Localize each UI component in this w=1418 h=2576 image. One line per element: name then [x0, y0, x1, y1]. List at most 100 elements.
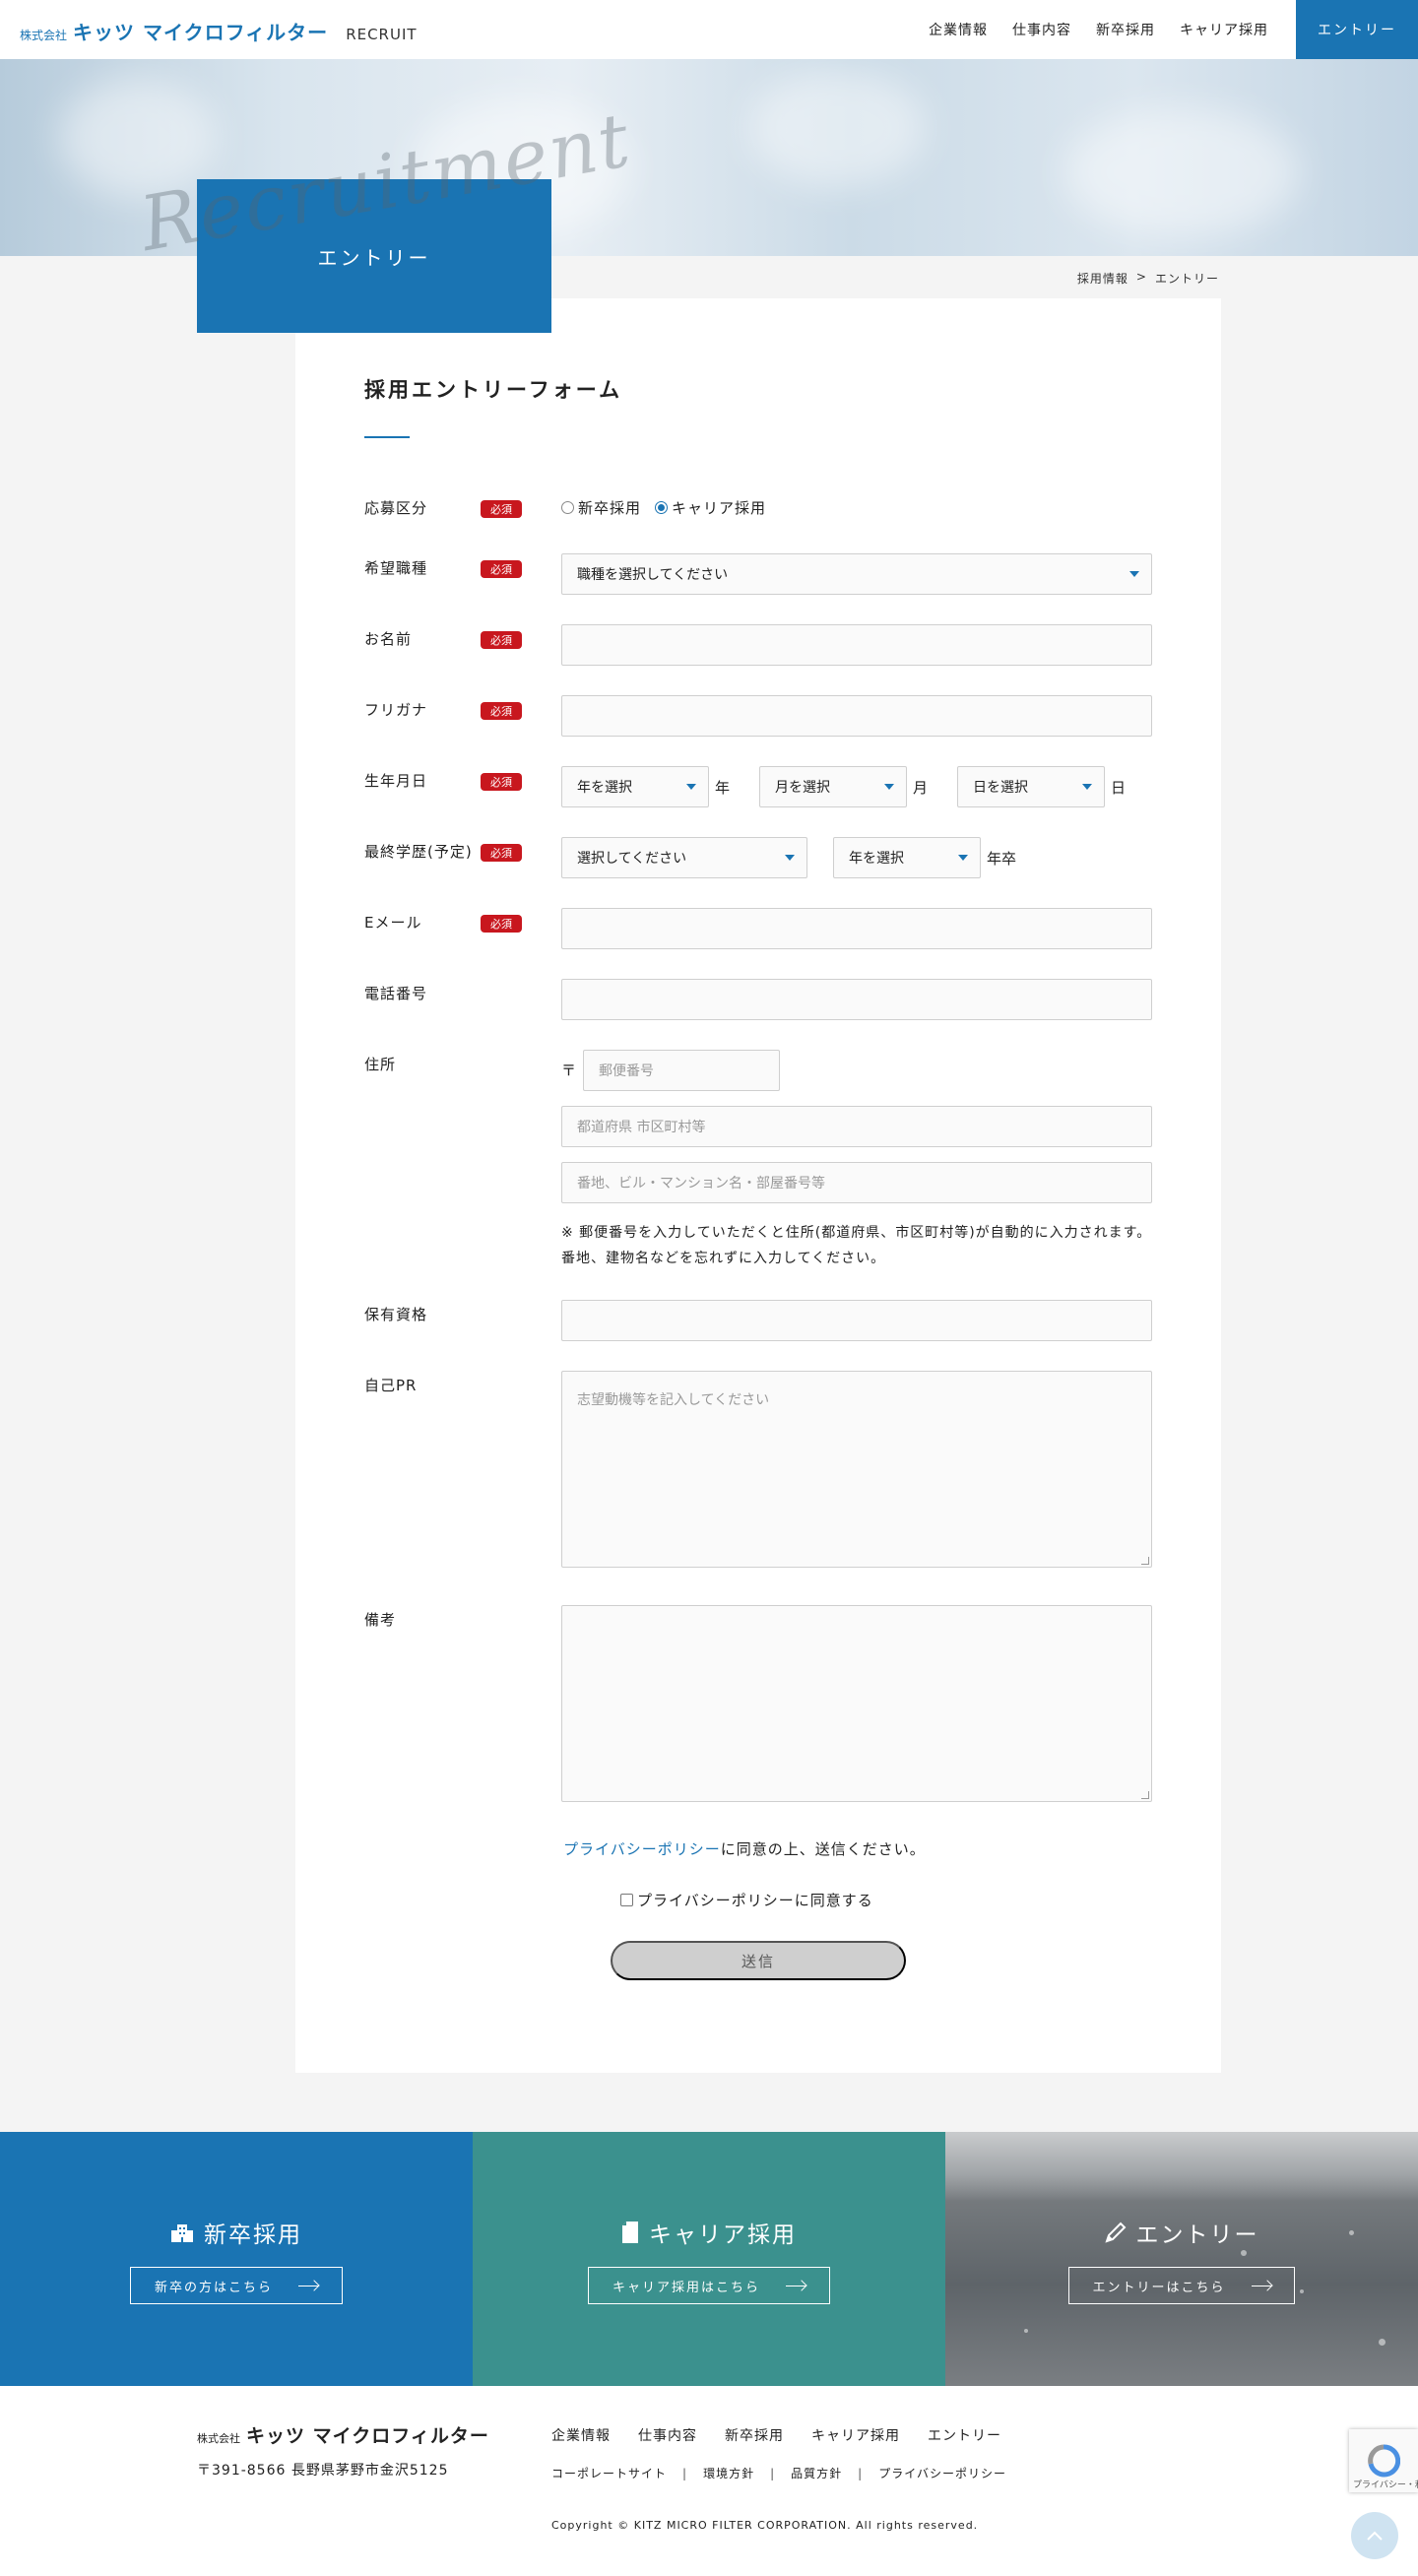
- address-note: ※ 郵便番号を入力していただくと住所(都道府県、市区町村等)が自動的に入力されま…: [561, 1225, 1152, 1266]
- recaptcha-icon: [1368, 2444, 1400, 2478]
- hero-blur: [1064, 108, 1300, 236]
- separator: |: [770, 2466, 776, 2480]
- submit-button[interactable]: 送信: [611, 1941, 906, 1980]
- footer-nav-work[interactable]: 仕事内容: [638, 2425, 697, 2445]
- name-input[interactable]: [561, 624, 1152, 666]
- radio-new-grad[interactable]: 新卒採用: [561, 497, 641, 518]
- nav-item-career[interactable]: キャリア採用: [1180, 20, 1268, 39]
- job-select[interactable]: 職種を選択してください: [561, 553, 1152, 595]
- year-unit: 年: [715, 779, 731, 797]
- nav-item-company[interactable]: 企業情報: [929, 20, 988, 39]
- graduation-year-select[interactable]: 年を選択: [833, 837, 981, 878]
- checkbox-box[interactable]: [620, 1894, 633, 1906]
- category-radio-group: 新卒採用 キャリア採用: [561, 497, 766, 518]
- street-input[interactable]: 番地、ビル・マンション名・部屋番号等: [561, 1162, 1152, 1203]
- footer-nav-entry[interactable]: エントリー: [928, 2425, 1001, 2445]
- footer-privacy-link[interactable]: プライバシーポリシー: [878, 2465, 1006, 2481]
- footer-nav-career[interactable]: キャリア採用: [811, 2425, 900, 2445]
- email-label: Eメール: [364, 914, 422, 932]
- banner-career-text: キャリア採用: [649, 2222, 797, 2248]
- radio-circle-selected[interactable]: [655, 501, 669, 514]
- separator: |: [682, 2466, 688, 2480]
- radio-career[interactable]: キャリア採用: [655, 497, 766, 518]
- breadcrumb-item-current: エントリー: [1154, 272, 1219, 286]
- pr-label: 自己PR: [364, 1377, 418, 1394]
- postal-code-input[interactable]: 郵便番号: [583, 1050, 780, 1091]
- footer-corporate-link[interactable]: コーポレートサイト: [551, 2465, 667, 2481]
- water-bubble: [1300, 2289, 1304, 2293]
- qualification-label: 保有資格: [364, 1306, 428, 1323]
- name-label: お名前: [364, 630, 413, 648]
- furigana-label: フリガナ: [364, 701, 428, 719]
- site-footer: 株式会社 キッツ マイクロフィルター 〒391-8566 長野県茅野市金沢512…: [0, 2386, 1418, 2576]
- water-bubble: [1379, 2339, 1386, 2346]
- required-badge: 必須: [481, 560, 522, 578]
- nav-item-work[interactable]: 仕事内容: [1012, 20, 1071, 39]
- header-entry-button[interactable]: エントリー: [1296, 0, 1418, 59]
- footer-logo-corp: 株式会社: [197, 2432, 240, 2445]
- document-icon: [622, 2222, 638, 2243]
- recruit-banners: 新卒採用 新卒の方はこちら キャリア採用 キャリア採用はこちら エントリー エン…: [0, 2132, 1418, 2386]
- breadcrumb-item-recruit[interactable]: 採用情報: [1077, 270, 1128, 287]
- birth-month-value: 月を選択: [775, 780, 830, 796]
- education-select-value: 選択してください: [577, 851, 687, 867]
- city-input[interactable]: 都道府県 市区町村等: [561, 1106, 1152, 1147]
- banner-entry[interactable]: エントリー エントリーはこちら: [945, 2132, 1418, 2386]
- career-link-button[interactable]: キャリア採用はこちら: [588, 2267, 830, 2304]
- site-logo[interactable]: 株式会社 キッツ マイクロフィルター RECRUIT: [20, 17, 418, 45]
- footer-logo[interactable]: 株式会社 キッツ マイクロフィルター: [197, 2421, 489, 2448]
- job-select-value: 職種を選択してください: [577, 567, 729, 583]
- title-underline: [364, 436, 410, 438]
- arrow-right-icon: [786, 2282, 806, 2289]
- recaptcha-text: プライバシー・利用規約: [1353, 2480, 1418, 2490]
- birth-day-value: 日を選択: [973, 780, 1028, 796]
- banner-new-grad-text: 新卒採用: [204, 2222, 302, 2248]
- banner-new-grad-title: 新卒採用: [0, 2216, 473, 2249]
- entry-link-label: エントリーはこちら: [1092, 2280, 1226, 2295]
- nav-item-new-grad[interactable]: 新卒採用: [1096, 20, 1155, 39]
- new-grad-link-label: 新卒の方はこちら: [154, 2280, 273, 2295]
- furigana-input[interactable]: [561, 695, 1152, 737]
- required-badge: 必須: [481, 844, 522, 862]
- arrow-right-icon: [1251, 2282, 1271, 2289]
- month-unit: 月: [913, 779, 929, 797]
- qualification-input[interactable]: [561, 1300, 1152, 1341]
- birth-year-select[interactable]: 年を選択: [561, 766, 709, 807]
- site-header: 株式会社 キッツ マイクロフィルター RECRUIT 企業情報 仕事内容 新卒採…: [0, 0, 1418, 59]
- privacy-agree-checkbox[interactable]: プライバシーポリシーに同意する: [620, 1890, 873, 1910]
- postal-mark: 〒: [561, 1062, 577, 1079]
- global-nav: 企業情報 仕事内容 新卒採用 キャリア採用: [929, 0, 1268, 59]
- page-top-button[interactable]: [1351, 2512, 1398, 2559]
- required-badge: 必須: [481, 773, 522, 791]
- required-badge: 必須: [481, 631, 522, 649]
- footer-environment-link[interactable]: 環境方針: [703, 2465, 754, 2481]
- copyright: Copyright © KITZ MICRO FILTER CORPORATIO…: [551, 2519, 979, 2532]
- recaptcha-badge[interactable]: プライバシー・利用規約: [1349, 2429, 1418, 2492]
- radio-circle[interactable]: [561, 501, 574, 514]
- new-grad-link-button[interactable]: 新卒の方はこちら: [130, 2267, 343, 2304]
- footer-quality-link[interactable]: 品質方針: [791, 2465, 842, 2481]
- birth-month-select[interactable]: 月を選択: [759, 766, 907, 807]
- banner-entry-text: エントリー: [1135, 2222, 1259, 2248]
- banner-new-grad[interactable]: 新卒採用 新卒の方はこちら: [0, 2132, 473, 2386]
- remarks-textarea[interactable]: [561, 1605, 1152, 1802]
- privacy-policy-link[interactable]: プライバシーポリシー: [563, 1840, 721, 1858]
- education-select[interactable]: 選択してください: [561, 837, 807, 878]
- graduation-year-value: 年を選択: [849, 851, 904, 867]
- entry-link-button[interactable]: エントリーはこちら: [1068, 2267, 1295, 2304]
- pr-textarea[interactable]: 志望動機等を記入してください: [561, 1371, 1152, 1568]
- banner-career[interactable]: キャリア採用 キャリア採用はこちら: [473, 2132, 945, 2386]
- address-label: 住所: [364, 1056, 397, 1073]
- banner-entry-title: エントリー: [945, 2216, 1418, 2249]
- footer-nav-company[interactable]: 企業情報: [551, 2425, 611, 2445]
- phone-input[interactable]: [561, 979, 1152, 1020]
- phone-label: 電話番号: [364, 985, 428, 1002]
- water-bubble: [1024, 2329, 1028, 2333]
- email-input[interactable]: [561, 908, 1152, 949]
- privacy-instruction: プライバシーポリシーに同意の上、送信ください。: [563, 1838, 926, 1859]
- footer-nav-new-grad[interactable]: 新卒採用: [725, 2425, 784, 2445]
- birth-day-select[interactable]: 日を選択: [957, 766, 1105, 807]
- resize-handle[interactable]: [1141, 1791, 1149, 1799]
- logo-corp: 株式会社: [20, 29, 68, 42]
- resize-handle[interactable]: [1141, 1557, 1149, 1565]
